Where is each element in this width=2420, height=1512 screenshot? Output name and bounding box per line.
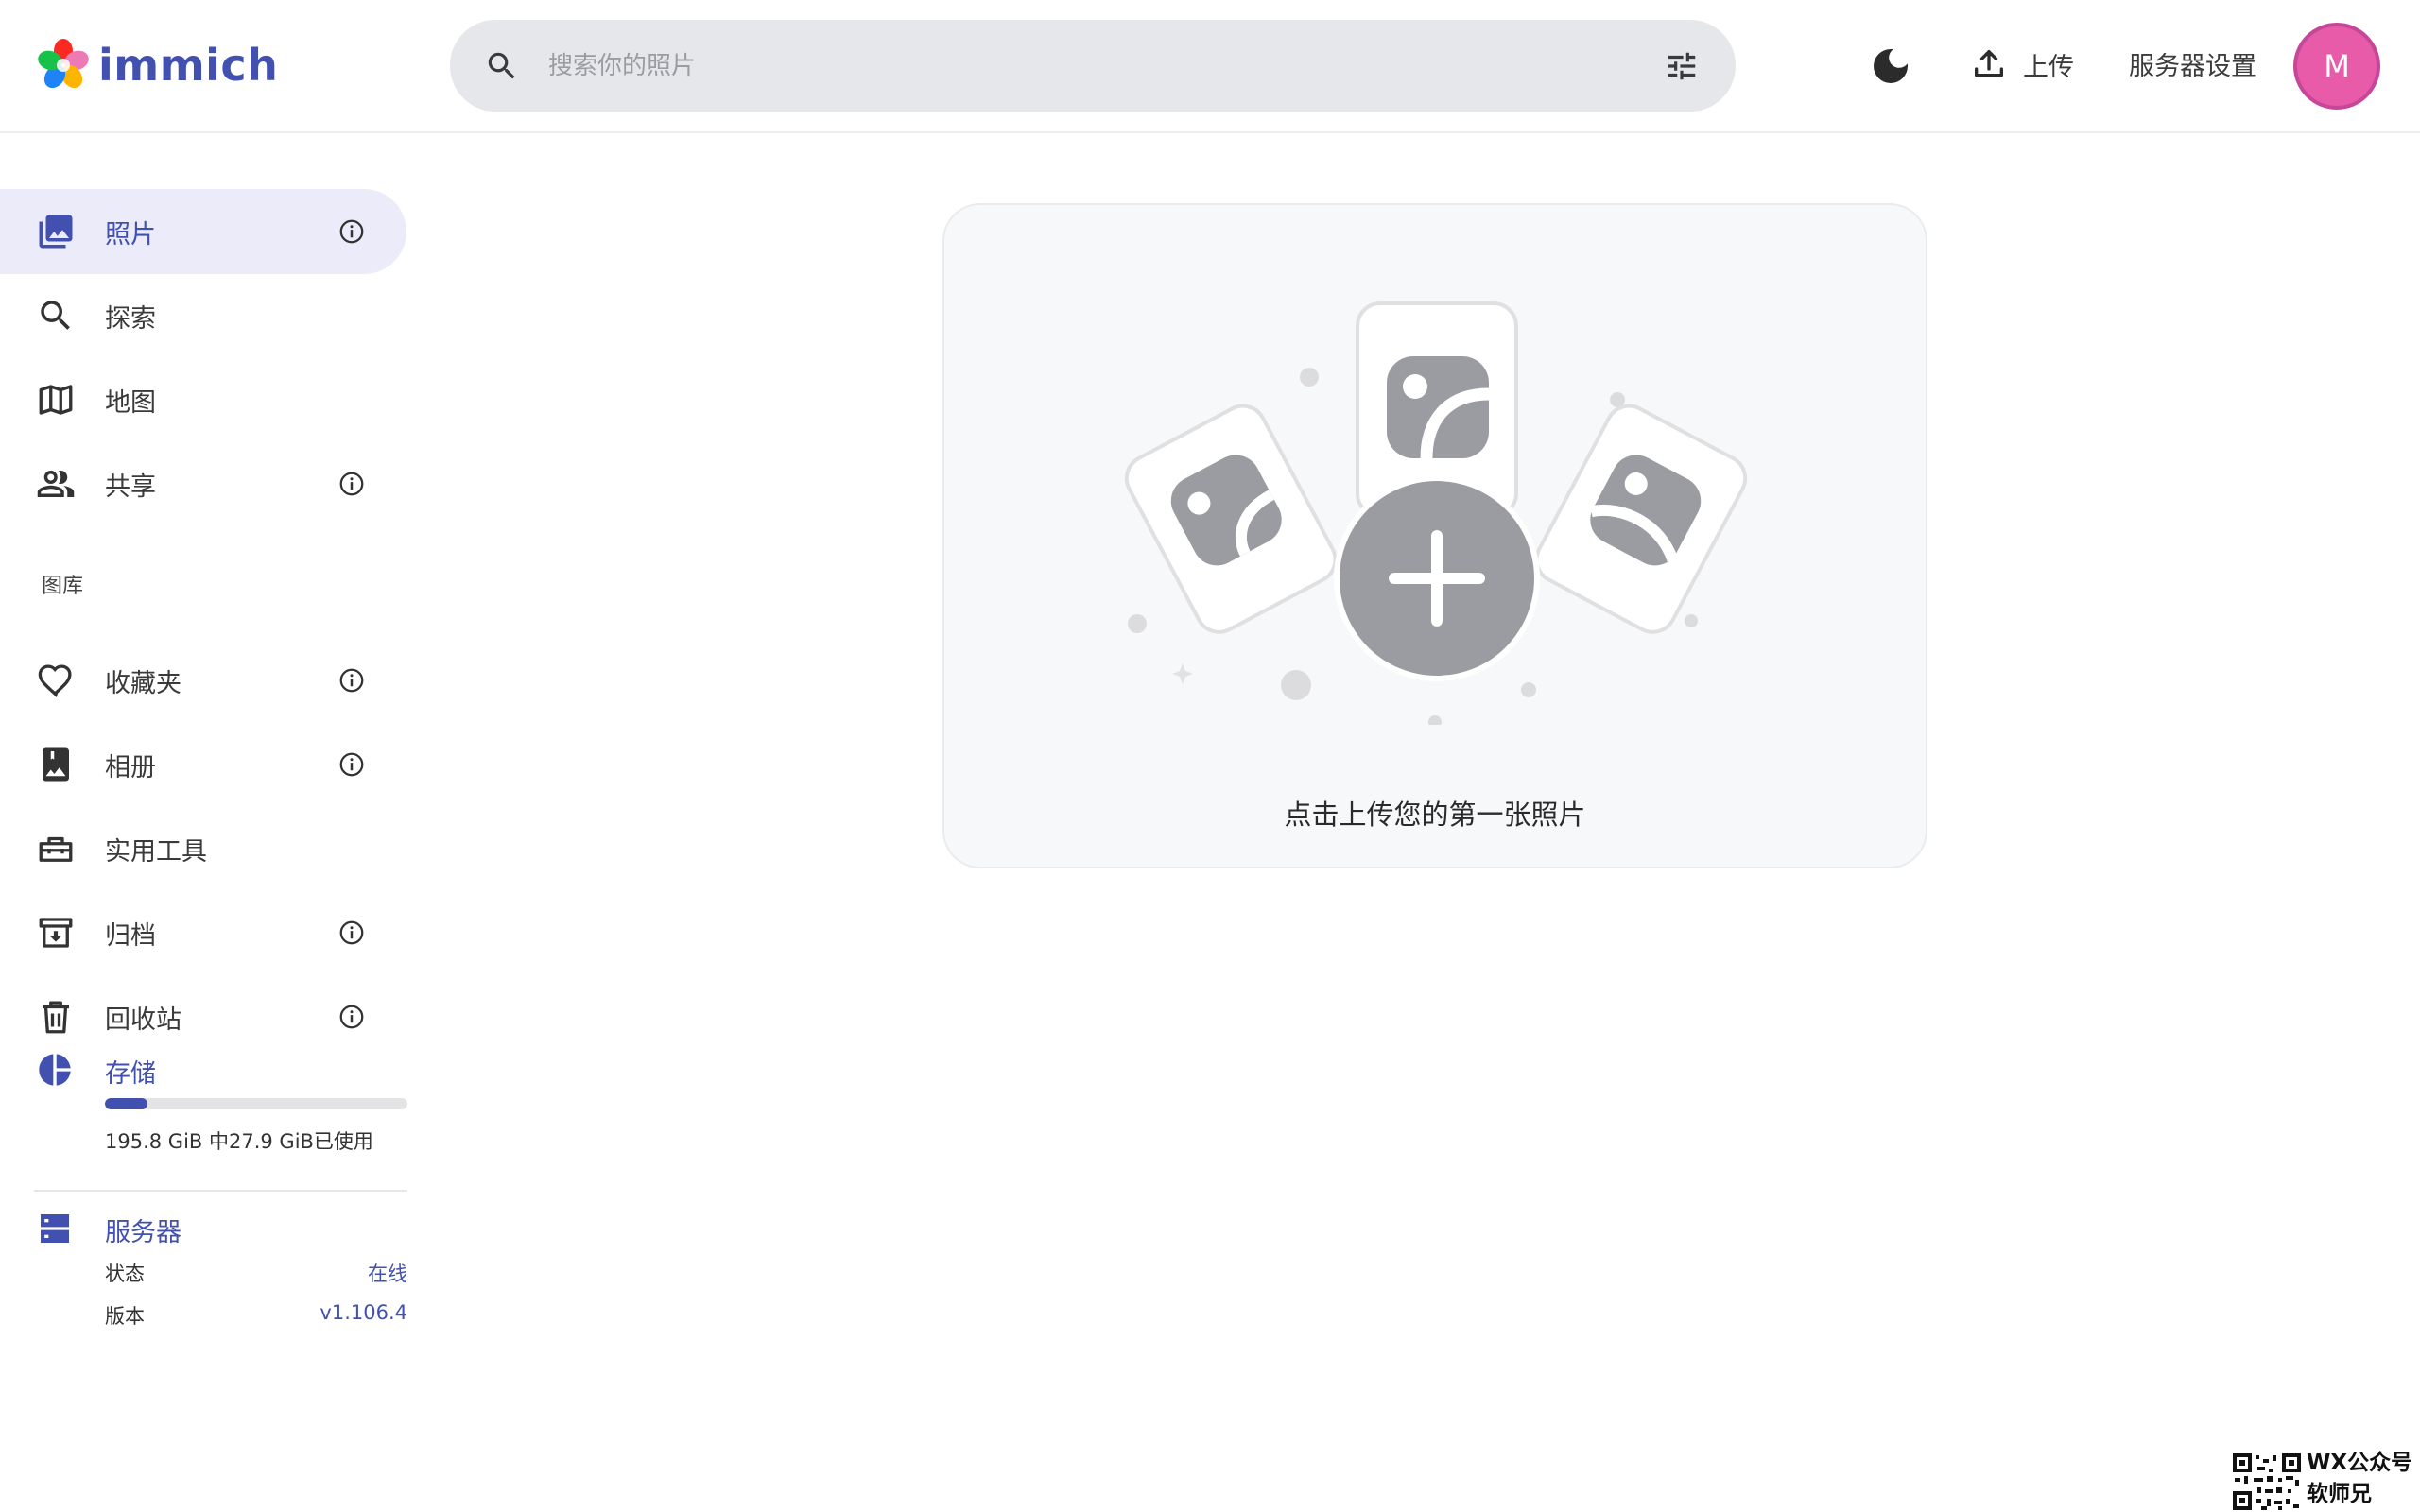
storage-usage-text: 195.8 GiB 中27.9 GiB已使用	[105, 1130, 373, 1153]
logo-text: immich	[98, 40, 279, 91]
upload-button[interactable]: 上传	[1970, 40, 2074, 89]
storage-progress-fill	[105, 1098, 148, 1109]
server-version-value[interactable]: v1.106.4	[320, 1301, 407, 1324]
server-status-value: 在线	[368, 1263, 407, 1285]
storage-title: 存储	[105, 1059, 156, 1089]
watermark-line-1: WX公众号	[2307, 1451, 2413, 1475]
dark-mode-toggle-icon[interactable]	[1868, 43, 1913, 89]
immich-logo-icon	[38, 39, 89, 89]
sidebar-item-utilities[interactable]: 实用工具	[0, 806, 406, 891]
search-input[interactable]	[548, 43, 1494, 90]
info-icon[interactable]	[337, 750, 366, 779]
archive-icon	[39, 918, 73, 948]
map-icon	[39, 385, 73, 415]
sidebar-item-albums[interactable]: 相册	[0, 722, 406, 807]
sidebar-item-map[interactable]: 地图	[0, 357, 406, 442]
search-icon	[41, 301, 70, 330]
storage-pie-icon	[39, 1054, 71, 1086]
toolbox-icon	[39, 836, 73, 862]
info-icon[interactable]	[337, 470, 366, 498]
sidebar-item-label: 共享	[105, 472, 156, 502]
trash-icon	[43, 1001, 69, 1034]
watermark-line-2: 软师兄	[2307, 1482, 2372, 1506]
upload-empty-state[interactable]: 点击上传您的第一张照片	[942, 203, 1927, 868]
sidebar-item-label: 收藏夹	[105, 668, 182, 698]
server-status-label: 状态	[105, 1263, 145, 1285]
empty-state-message: 点击上传您的第一张照片	[1284, 799, 1586, 831]
qr-code-icon	[2231, 1452, 2303, 1512]
sidebar-item-label: 实用工具	[105, 836, 207, 867]
sidebar-item-photos[interactable]: 照片	[0, 189, 406, 274]
filter-options-icon[interactable]	[1664, 48, 1700, 84]
info-icon[interactable]	[337, 217, 366, 246]
info-icon[interactable]	[337, 1003, 366, 1031]
sidebar-item-label: 探索	[105, 303, 156, 334]
watermark: WX公众号 软师兄	[2229, 1448, 2420, 1512]
sidebar-item-label: 回收站	[105, 1005, 182, 1035]
sidebar-item-sharing[interactable]: 共享	[0, 441, 406, 526]
storage-progress-bar	[105, 1098, 407, 1109]
immich-logo[interactable]: immich	[36, 38, 278, 93]
top-bar: immich 上传 服务器设置 M	[0, 0, 2420, 133]
server-icon	[41, 1214, 69, 1243]
server-status-row: 状态 在线	[105, 1259, 407, 1287]
upload-icon	[1975, 50, 2003, 77]
library-section-label: 图库	[42, 575, 84, 598]
empty-photos-illustration	[1124, 301, 1748, 725]
sidebar-item-trash[interactable]: 回收站	[0, 974, 406, 1059]
photos-icon	[39, 215, 73, 249]
album-icon	[43, 747, 69, 782]
watermark-text: WX公众号 软师兄	[2307, 1448, 2412, 1510]
sidebar-divider	[34, 1190, 407, 1192]
people-icon	[37, 471, 75, 497]
sidebar-item-favorites[interactable]: 收藏夹	[0, 638, 406, 723]
heart-icon	[38, 664, 72, 697]
sidebar-item-label: 相册	[105, 752, 156, 782]
search-bar[interactable]	[450, 20, 1736, 112]
sidebar-item-label: 归档	[105, 920, 156, 951]
info-icon[interactable]	[337, 666, 366, 695]
sidebar-item-label: 地图	[105, 387, 156, 418]
user-avatar[interactable]: M	[2293, 23, 2380, 110]
sidebar-item-explore[interactable]: 探索	[0, 273, 406, 358]
server-version-label: 版本	[105, 1305, 145, 1328]
search-icon[interactable]	[484, 48, 520, 84]
upload-label: 上传	[2023, 52, 2074, 82]
sidebar-item-archive[interactable]: 归档	[0, 890, 406, 975]
server-version-row: 版本 v1.106.4	[105, 1301, 407, 1330]
server-title: 服务器	[105, 1218, 182, 1247]
info-icon[interactable]	[337, 919, 366, 947]
sidebar-item-label: 照片	[105, 219, 156, 249]
server-settings-link[interactable]: 服务器设置	[2129, 45, 2256, 82]
